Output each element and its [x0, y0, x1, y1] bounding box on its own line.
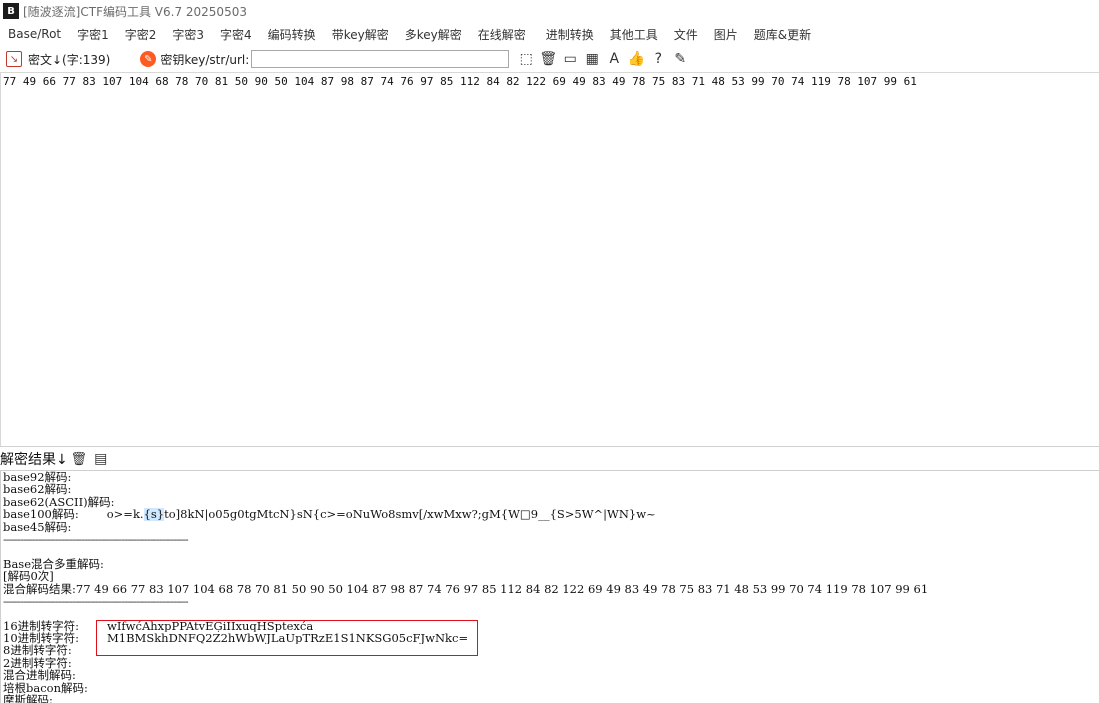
menu-cipher-1[interactable]: 字密1	[69, 26, 117, 43]
copy-list-icon[interactable]: ▤	[91, 449, 111, 469]
base100-value-highlight: {s}	[143, 508, 165, 521]
app-logo-icon: B	[3, 3, 19, 19]
edit-icon[interactable]: ✎	[670, 49, 690, 69]
result-line-base62-ascii: base62(ASCII)解码:	[3, 495, 115, 509]
separator-line: ----------------------------------------…	[3, 532, 189, 546]
result-line-mixed-result: 混合解码结果:77 49 66 77 83 107 104 68 78 70 8…	[3, 583, 1097, 595]
result-text-area[interactable]: base92解码: base62解码: base62(ASCII)解码: bas…	[0, 470, 1099, 703]
base100-value-post: to]8kN|o05g0tgMtcN}sN{c>=oNuWo8smv[/xwMx…	[164, 508, 656, 521]
trash-icon[interactable]: 🗑	[538, 49, 558, 69]
cipher-arrow-icon[interactable]: ↘	[6, 51, 22, 67]
menu-encoding-convert[interactable]: 编码转换	[260, 26, 324, 43]
result-line-mixed-base: 混合进制解码:	[3, 669, 76, 682]
trash-icon[interactable]: 🗑	[69, 449, 89, 469]
cipher-label: 密文↓(字:139)	[28, 52, 111, 67]
menu-file[interactable]: 文件	[666, 26, 706, 43]
separator-line: ----------------------------------------…	[3, 594, 189, 608]
window-title: [随波逐流]CTF编码工具 V6.7 20250503	[23, 4, 247, 19]
dec-value: M1BMSkhDNFQ2Z2hWbWJLaUpTRzE1S1NKSG05cFJw…	[107, 632, 469, 645]
font-size-icon[interactable]: A	[604, 49, 624, 69]
menu-base-convert[interactable]: 进制转换	[534, 26, 602, 43]
menu-question-bank-update[interactable]: 题库&更新	[746, 26, 819, 43]
hex-value: wIfwćAhxpPPAtvĒĢiIIxuqHSptexća	[107, 619, 314, 633]
result-line-base45: base45解码:	[3, 520, 72, 533]
result-line-bacon: 培根bacon解码:	[3, 681, 88, 695]
menu-key-decrypt[interactable]: 带key解密	[324, 26, 397, 43]
terminal-icon[interactable]: ▭	[560, 49, 580, 69]
result-line-base62: base62解码:	[3, 483, 72, 496]
cipher-text: 77 49 66 77 83 107 104 68 78 70 81 50 90…	[3, 75, 917, 88]
menu-multi-key-decrypt[interactable]: 多key解密	[397, 26, 470, 43]
result-line-dec: 10进制转字符: M1BMSkhDNFQ2Z2hWbWJLaUpTRzE1S1NK…	[3, 632, 1097, 644]
menu-image[interactable]: 图片	[706, 26, 746, 43]
result-label: 解密结果↓	[0, 452, 68, 468]
result-line-oct: 8进制转字符:	[3, 644, 72, 657]
key-icon: ✎	[140, 51, 157, 67]
key-label: 密钥key/str/url:	[160, 52, 250, 67]
title-bar: B [随波逐流]CTF编码工具 V6.7 20250503	[0, 0, 1099, 22]
menu-online-decrypt[interactable]: 在线解密	[470, 26, 534, 43]
menu-cipher-4[interactable]: 字密4	[212, 26, 260, 43]
result-line-bin: 2进制转字符:	[3, 656, 72, 670]
menu-cipher-3[interactable]: 字密3	[164, 26, 212, 43]
thumbs-up-icon[interactable]: 👍	[626, 49, 646, 69]
key-input[interactable]	[251, 50, 510, 68]
menu-base-rot[interactable]: Base/Rot	[0, 27, 69, 41]
mixed-result-value: 77 49 66 77 83 107 104 68 78 70 81 50 90…	[75, 582, 929, 595]
result-line-mixed-decode: Base混合多重解码:	[3, 557, 104, 571]
result-line-morse: 摩斯解码:	[3, 694, 53, 703]
result-line-base100: base100解码: o>=k.{s}to]8kN|o05g0tgMtcN}sN{…	[3, 508, 1097, 521]
help-icon[interactable]: ?	[648, 49, 668, 69]
menu-other-tools[interactable]: 其他工具	[602, 26, 666, 43]
base100-value-pre: o>=k.	[106, 508, 144, 521]
cipher-text-area[interactable]: 77 49 66 77 83 107 104 68 78 70 81 50 90…	[0, 72, 1099, 446]
dec-label: 10进制转字符:	[3, 632, 80, 645]
hex-label: 16进制转字符:	[3, 619, 80, 633]
select-cursor-icon[interactable]: ⬚	[516, 49, 536, 69]
result-line-hex: 16进制转字符: wIfwćAhxpPPAtvĒĢiIIxuqHSptexća	[3, 620, 1097, 632]
toolbar: ↘ 密文↓(字:139) ✎ 密钥key/str/url: ⬚ 🗑 ▭ ▦ A …	[0, 46, 1099, 72]
base100-label: base100解码:	[3, 508, 79, 521]
result-line-base92: base92解码:	[3, 471, 72, 484]
menu-cipher-2[interactable]: 字密2	[117, 26, 165, 43]
result-header: 解密结果↓ 🗑 ▤	[0, 446, 1099, 471]
result-line-decode-count: [解码0次]	[3, 570, 54, 583]
calculator-icon[interactable]: ▦	[582, 49, 602, 69]
mixed-result-label: 混合解码结果:	[3, 582, 76, 595]
menu-bar: Base/Rot 字密1 字密2 字密3 字密4 编码转换 带key解密 多ke…	[0, 22, 1099, 46]
